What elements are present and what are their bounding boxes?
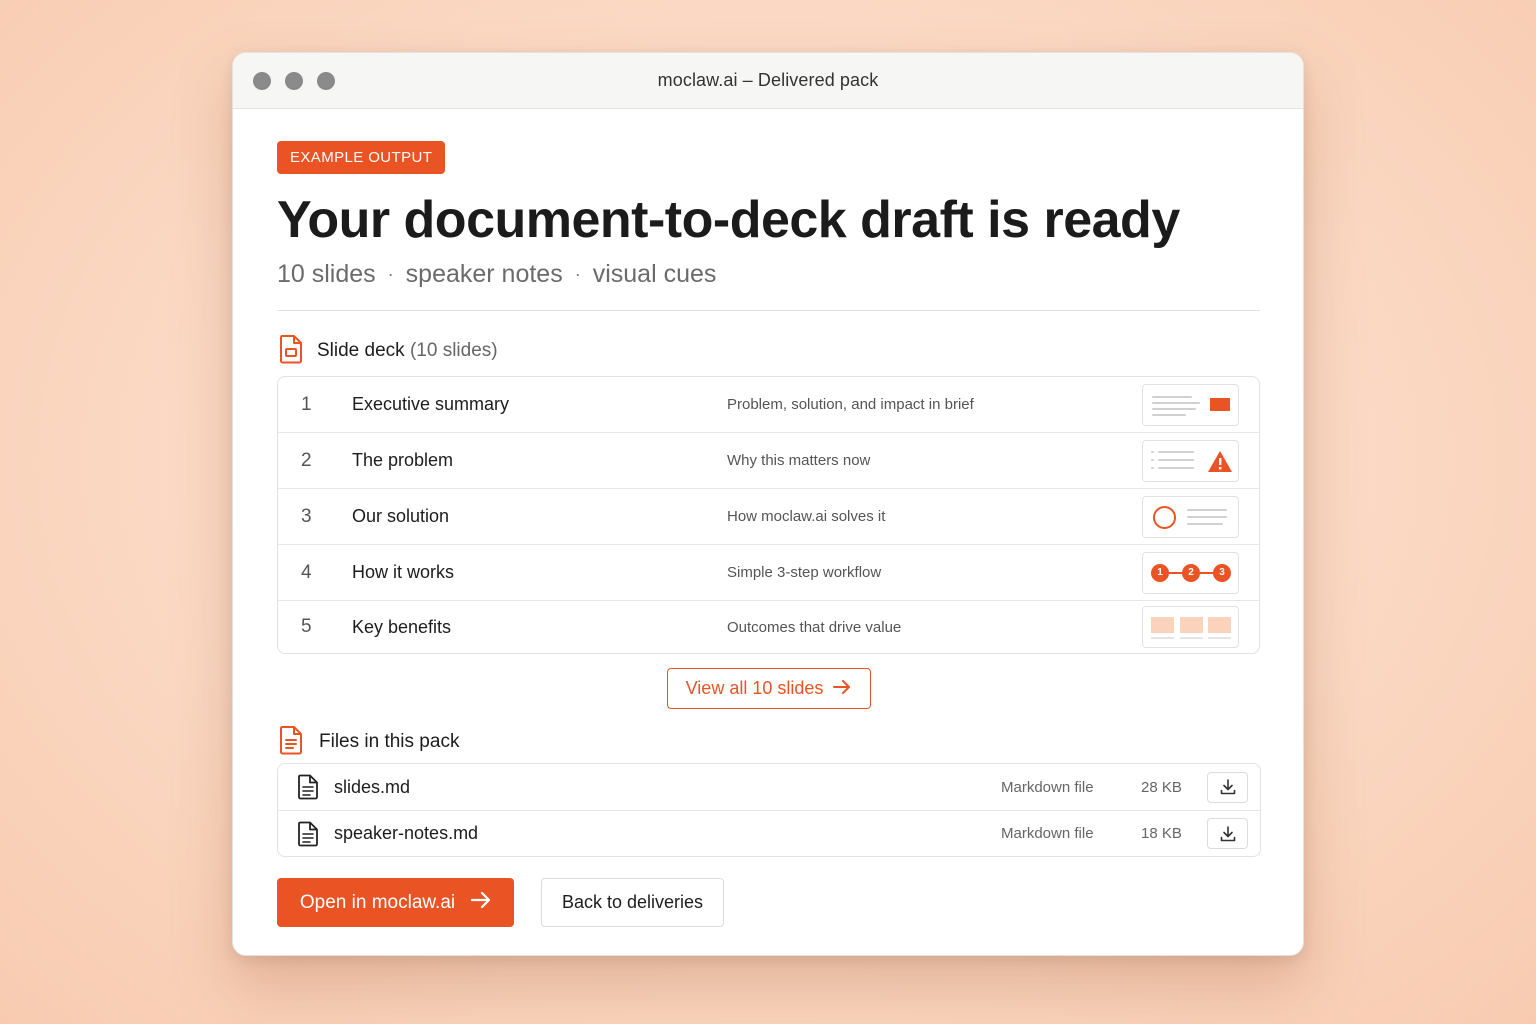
file-type: Markdown file [1001,825,1094,842]
step-badge: 1 [1151,563,1169,582]
circle-thumbnail-icon [1142,495,1239,538]
slide-row[interactable]: 5 Key benefits Outcomes that drive value [278,601,1259,653]
window-title: moclaw.ai – Delivered pack [657,70,879,90]
slide-row[interactable]: 2 The problem Why this matters now [278,433,1259,489]
back-to-deliveries-button[interactable]: Back to deliveries [541,878,724,927]
download-button[interactable] [1207,818,1248,849]
main-content: EXAMPLE OUTPUT Your document-to-deck dra… [277,141,1261,927]
subtitle-cues: visual cues [592,260,717,288]
download-icon [1220,825,1235,841]
slide-deck-header: Slide deck (10 slides) [277,334,1260,369]
minimize-window-button[interactable] [285,72,303,90]
slide-number: 5 [301,616,312,637]
subtitle-separator: · [574,264,581,284]
browser-window: moclaw.ai – Delivered pack EXAMPLE OUTPU… [232,52,1304,956]
presentation-file-icon [277,334,305,369]
open-button-label: Open in moclaw.ai [299,891,456,913]
slide-title: Executive summary [352,394,510,414]
file-name: slides.md [334,776,411,797]
slide-deck-count: (10 slides) [409,340,498,361]
step-badge: 2 [1182,563,1200,582]
slide-row[interactable]: 3 Our solution How moclaw.ai solves it [278,489,1259,545]
subtitle-separator: · [387,264,394,284]
slide-title: Key benefits [352,616,452,637]
file-name: speaker-notes.md [334,823,479,843]
window-controls [253,72,335,90]
title-bar: moclaw.ai – Delivered pack [233,53,1303,109]
file-icon [278,774,334,800]
page-title: Your document-to-deck draft is ready [277,191,1180,249]
download-button[interactable] [1207,771,1248,803]
open-in-moclaw-button[interactable]: Open in moclaw.ai [277,878,514,927]
file-size: 18 KB [1141,825,1182,842]
files-label: Files in this pack [319,731,460,752]
slide-number: 1 [301,393,312,415]
close-window-button[interactable] [253,72,271,90]
example-output-badge: EXAMPLE OUTPUT [277,141,446,174]
steps-thumbnail-icon: 1 2 3 [1142,551,1239,594]
slide-title: Our solution [352,506,450,526]
file-icon [278,821,334,847]
divider [277,310,1260,311]
slide-number: 3 [301,505,312,527]
page-subtitle: 10 slides · speaker notes · visual cues [277,260,1260,289]
files-header: Files in this pack [277,725,1260,760]
slide-number: 4 [301,561,312,583]
slide-description: Simple 3-step workflow [727,564,882,581]
maximize-window-button[interactable] [317,72,335,90]
slide-deck-label: Slide deck [317,340,405,361]
view-all-label: View all 10 slides [685,678,824,698]
arrow-right-icon [471,891,491,914]
slide-list: 1 Executive summary Problem, solution, a… [277,376,1260,654]
cards-thumbnail-icon [1142,606,1239,648]
subtitle-notes: speaker notes [405,260,563,288]
file-row[interactable]: speaker-notes.md Markdown file 18 KB [278,811,1260,856]
slide-row[interactable]: 1 Executive summary Problem, solution, a… [278,377,1259,433]
view-all-slides-button[interactable]: View all 10 slides [666,668,871,709]
action-bar: Open in moclaw.ai Back to deliveries [277,878,1260,927]
slide-title: How it works [352,562,455,582]
slide-description: How moclaw.ai solves it [727,508,886,525]
summary-thumbnail-icon [1142,383,1239,426]
file-size: 28 KB [1141,778,1182,796]
slide-description: Outcomes that drive value [727,618,902,636]
slide-description: Why this matters now [727,452,871,469]
slide-title: The problem [352,450,454,470]
download-icon [1220,779,1235,795]
file-row[interactable]: slides.md Markdown file 28 KB [278,764,1260,811]
slide-description: Problem, solution, and impact in brief [727,396,974,413]
file-type: Markdown file [1001,778,1094,796]
file-list: slides.md Markdown file 28 KB speaker-no… [277,763,1261,857]
document-icon [277,725,305,760]
slide-number: 2 [301,449,312,471]
warning-thumbnail-icon [1142,439,1239,482]
arrow-right-icon [833,678,851,699]
slide-row[interactable]: 4 How it works Simple 3-step workflow 1 … [278,545,1259,601]
subtitle-slides: 10 slides [277,260,376,288]
step-badge: 3 [1213,563,1231,582]
